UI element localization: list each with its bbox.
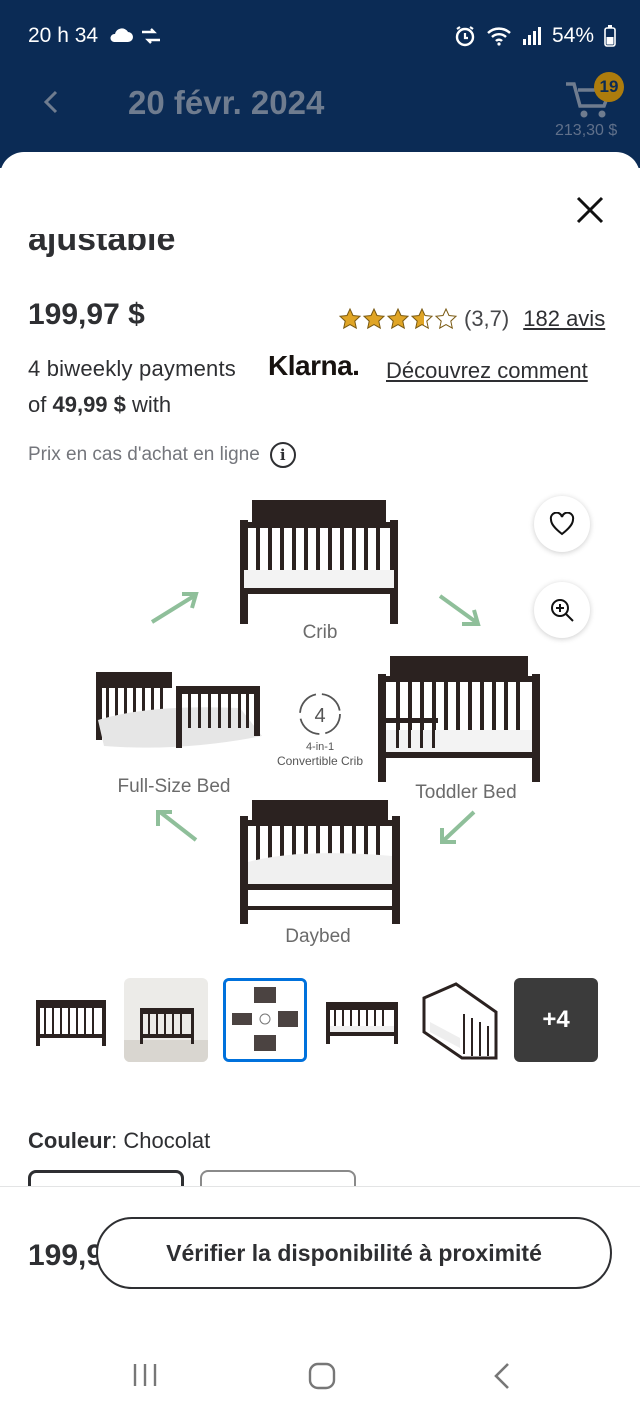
full-bed-illustration — [96, 672, 262, 748]
thumbnail-selected[interactable] — [223, 978, 307, 1062]
thumbnail[interactable] — [124, 978, 208, 1062]
back-nav-icon[interactable] — [490, 1360, 516, 1392]
app-header: 20 h 34 54% 20 févr. 2024 19 213,30 $ — [0, 0, 640, 168]
back-arrow-icon[interactable] — [38, 84, 68, 120]
klarna-logo: Klarna. — [268, 350, 360, 381]
online-price-text: Prix en cas d'achat en ligne — [28, 444, 260, 465]
color-value: Chocolat — [123, 1128, 211, 1153]
star-icon — [386, 307, 410, 330]
sticky-price: 199,9 — [28, 1239, 98, 1272]
check-availability-button[interactable]: Vérifier la disponibilité à proximité — [96, 1217, 612, 1289]
home-icon[interactable] — [306, 1360, 338, 1392]
product-sheet: ajustable 199,97 $ (3,7) 182 avis 4 biwe… — [0, 152, 640, 1422]
zoom-button[interactable] — [534, 582, 590, 638]
klarna-payment-amount-line: of 49,99 $ with — [28, 392, 171, 418]
thumbnail[interactable] — [416, 978, 500, 1062]
thumbnail-strip: +4 — [28, 978, 608, 1066]
star-icon — [338, 307, 362, 330]
badge-line1: 4-in-1 — [306, 741, 334, 753]
favorite-button[interactable] — [534, 496, 590, 552]
signal-icon — [522, 27, 541, 45]
status-time: 20 h 34 — [28, 24, 99, 47]
rating-value: (3,7) — [464, 306, 510, 331]
alarm-icon — [455, 26, 475, 47]
battery-icon — [604, 25, 616, 47]
klarna-learn-more-link[interactable]: Découvrez comment — [386, 358, 588, 384]
page-title: 20 févr. 2024 — [128, 84, 325, 121]
recent-apps-icon[interactable] — [130, 1360, 160, 1390]
cart-count-badge: 19 — [594, 72, 624, 102]
status-bar: 20 h 34 54% — [28, 20, 616, 52]
daybed-illustration — [240, 800, 400, 924]
system-nav-bar — [0, 1330, 640, 1422]
star-empty-icon — [434, 307, 458, 330]
payment-prefix: of — [28, 392, 47, 417]
klarna-payment-line: 4 biweekly payments — [28, 356, 237, 381]
nav-arrow-icon — [142, 28, 161, 44]
more-thumbnails-count: +4 — [542, 1006, 570, 1033]
sticky-add-bar: 199,9 Vérifier la disponibilité à proxim… — [0, 1186, 640, 1326]
payment-amount: 49,99 $ — [52, 392, 126, 417]
badge-number: 4 — [314, 705, 325, 727]
product-price: 199,97 $ — [28, 298, 145, 331]
zoom-icon — [551, 599, 574, 622]
product-image[interactable]: 4 4-in-1 Convertible Crib Crib Full-Size… — [60, 482, 580, 952]
star-icon — [362, 307, 386, 330]
badge-line2: Convertible Crib — [277, 754, 363, 768]
battery-percent: 54% — [551, 24, 594, 47]
toddler-bed-illustration — [378, 656, 540, 782]
close-icon[interactable] — [568, 188, 612, 232]
wifi-icon — [487, 27, 511, 46]
crib-illustration — [240, 500, 398, 624]
label-full-bed: Full-Size Bed — [118, 776, 231, 797]
reviews-link[interactable]: 182 avis — [523, 306, 605, 332]
thumbnail[interactable] — [28, 978, 112, 1062]
info-icon[interactable]: i — [269, 442, 296, 468]
label-toddler-bed: Toddler Bed — [415, 782, 516, 803]
label-daybed: Daybed — [285, 926, 351, 947]
color-label: Couleur — [28, 1128, 112, 1153]
more-thumbnails-button[interactable]: +4 — [514, 978, 598, 1062]
star-half-icon — [410, 307, 434, 330]
label-crib: Crib — [303, 622, 338, 643]
online-price-note: Prix en cas d'achat en ligne i — [28, 442, 296, 468]
rating-summary[interactable]: (3,7) 182 avis — [338, 306, 605, 332]
cart-total: 213,30 $ — [555, 122, 618, 139]
thumbnail[interactable] — [320, 978, 404, 1062]
payment-suffix: with — [132, 392, 172, 417]
cloud-icon — [110, 28, 134, 42]
product-title-fragment: ajustable — [28, 234, 176, 258]
color-selector-label: Couleur: Chocolat — [28, 1128, 211, 1153]
rating-stars — [338, 307, 458, 331]
heart-icon — [549, 512, 575, 536]
